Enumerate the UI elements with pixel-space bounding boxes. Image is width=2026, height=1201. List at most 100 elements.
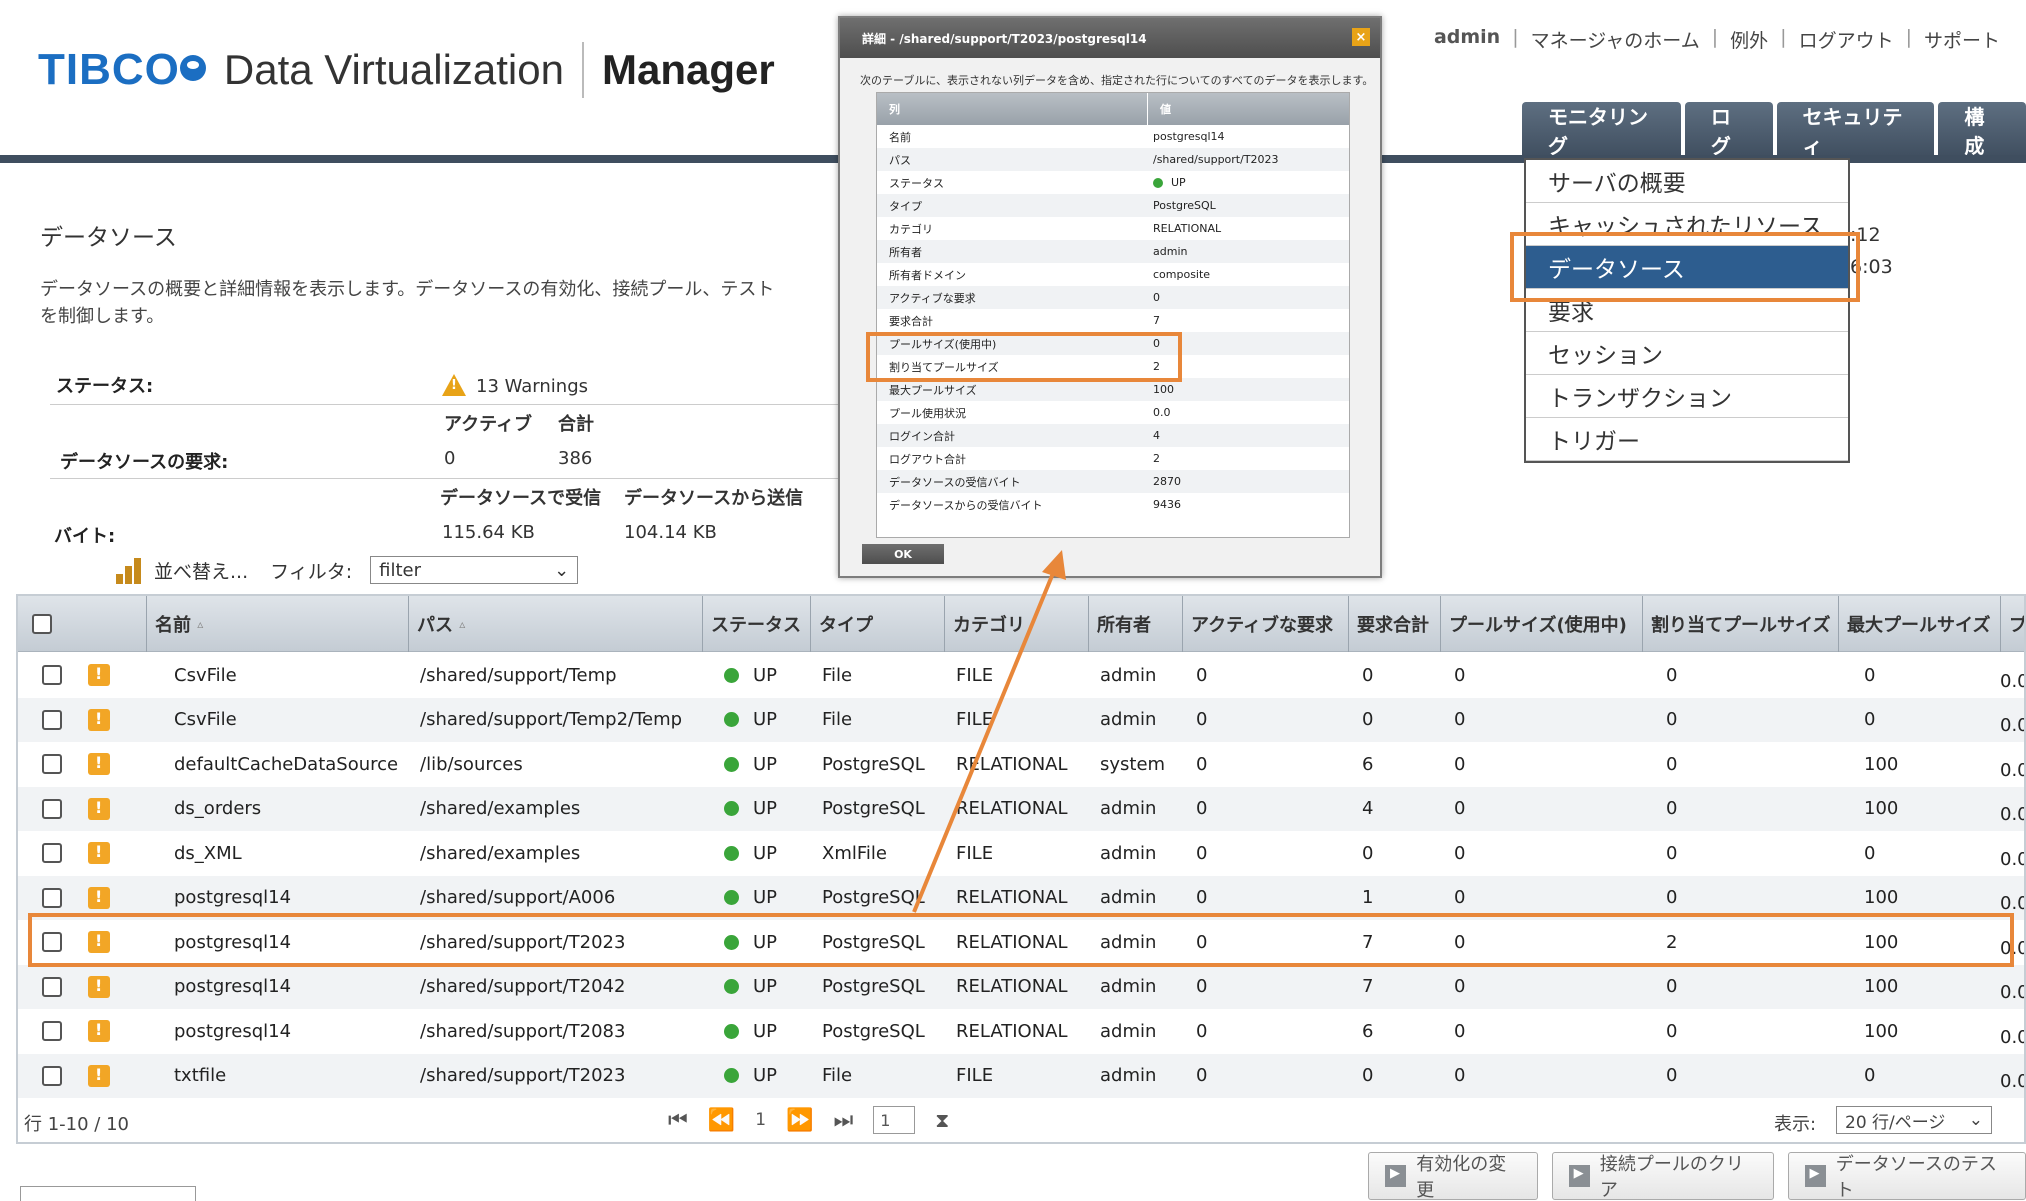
table-row[interactable]: postgresql14/shared/support/T2083 UP Postg… [18, 1009, 2024, 1053]
tab-monitoring[interactable]: モニタリング [1522, 102, 1681, 158]
per-page-select[interactable]: 20 行/ページ ⌄ [1836, 1106, 1992, 1134]
select-all-cell [18, 596, 98, 652]
test-datasource-button[interactable]: データソースのテスト [1787, 1152, 2026, 1201]
menu-item-triggers[interactable]: トリガー [1526, 418, 1848, 461]
table-row[interactable]: defaultCacheDataSource/lib/sources UP Post… [18, 742, 2024, 786]
col-active-requests[interactable]: アクティブな要求 [1182, 596, 1348, 652]
filter-select[interactable]: filter ⌄ [370, 556, 579, 584]
change-enable-button[interactable]: 有効化の変更 [1368, 1152, 1538, 1201]
pager-controls: ⏮ ⏪ 1 ⏩ ⏭ 1 ⧗ [668, 1106, 949, 1134]
table-cell: 0 [1864, 842, 1876, 864]
filter-label: フィルタ: [270, 560, 353, 583]
row-checkbox[interactable] [42, 976, 62, 997]
table-cell: 0.0 [2000, 1071, 2026, 1092]
tab-log[interactable]: ログ [1684, 102, 1773, 158]
table-cell: 0 [1666, 753, 1678, 775]
sort-icon[interactable] [116, 556, 146, 584]
col-total-requests[interactable]: 要求合計 [1348, 596, 1440, 652]
tab-security[interactable]: セキュリティ [1776, 102, 1935, 158]
table-cell: 0 [1196, 664, 1208, 686]
table-cell: FILE [956, 1065, 994, 1086]
pager: 行 1-10 / 10 ⏮ ⏪ 1 ⏩ ⏭ 1 ⧗ 表示: 20 行/ページ ⌄ [16, 1098, 2026, 1146]
status-up-icon [724, 1068, 739, 1083]
table-cell: ds_XML [174, 842, 242, 864]
popup-row: 要求合計 7 [877, 309, 1349, 332]
select-all-checkbox[interactable] [32, 614, 52, 634]
table-cell: 4 [1362, 798, 1374, 819]
table-row[interactable]: ds_XML/shared/examples UP XmlFile FILE admin… [18, 831, 2024, 875]
popup-key: タイプ [889, 199, 922, 213]
page-number-input[interactable]: 1 [873, 1106, 916, 1134]
col-allocated-pool-size[interactable]: 割り当てプールサイズ [1642, 596, 1838, 652]
menu-item-sessions[interactable]: セッション [1526, 332, 1848, 375]
col-owner[interactable]: 所有者 [1088, 596, 1182, 652]
requests-label: データソースの要求: [60, 452, 229, 473]
table-row[interactable]: CsvFile/shared/support/Temp UP File FILE adm… [18, 653, 2024, 697]
row-checkbox[interactable] [42, 1021, 62, 1041]
col-pool-size-in-use[interactable]: プールサイズ(使用中) [1440, 596, 1642, 652]
ok-button[interactable]: OK [862, 544, 944, 564]
col-max-pool-size[interactable]: 最大プールサイズ [1838, 596, 2000, 652]
table-cell: admin [1100, 798, 1157, 819]
col-category[interactable]: カテゴリ [944, 596, 1088, 652]
exceptions-link[interactable]: 例外 [1730, 26, 1768, 53]
popup-col-key: 列 [889, 103, 900, 116]
popup-key: 要求合計 [889, 314, 933, 328]
table-cell: /shared/support/T2083 [420, 1020, 626, 1042]
table-cell: 0 [1196, 842, 1208, 864]
table-cell: FILE [956, 842, 994, 864]
popup-title: 詳細 - /shared/support/T2023/postgresql14 [840, 18, 1380, 58]
table-row[interactable]: postgresql14/shared/support/T2042 UP Postg… [18, 964, 2024, 1009]
bytes-label: バイト: [54, 526, 116, 547]
next-page-icon[interactable]: ⏩ [786, 1108, 813, 1133]
table-row[interactable]: txtfile/shared/support/T2023 UP File FILE ad… [18, 1053, 2024, 1098]
table-cell: 0 [1196, 976, 1208, 997]
support-link[interactable]: サポート [1924, 26, 2000, 53]
menu-item-server-overview[interactable]: サーバの概要 [1526, 160, 1848, 203]
first-page-icon[interactable]: ⏮ [668, 1108, 688, 1133]
row-checkbox[interactable] [42, 798, 62, 819]
table-cell: 0 [1362, 709, 1374, 730]
menu-item-transactions[interactable]: トランザクション [1526, 375, 1848, 418]
tab-config[interactable]: 構成 [1938, 102, 2026, 158]
cell-status: UP [724, 742, 777, 786]
table-row[interactable]: CsvFile/shared/support/Temp2/Temp UP File F… [18, 697, 2024, 742]
close-icon[interactable]: × [1352, 28, 1370, 46]
sort-button[interactable]: 並べ替え... [154, 557, 248, 584]
requests-total: 386 [558, 448, 593, 469]
clear-pool-button[interactable]: 接続プールのクリア [1551, 1152, 1774, 1201]
logout-link[interactable]: ログアウト [1799, 26, 1894, 53]
bytes-sent-header: データソースから送信 [624, 488, 804, 509]
col-pool[interactable]: プール [2000, 596, 2024, 652]
popup-row: データソースの受信バイト 2870 [877, 470, 1349, 493]
goto-page-icon[interactable]: ⧗ [935, 1108, 949, 1132]
chevron-down-icon: ⌄ [1968, 1110, 1983, 1130]
last-page-icon[interactable]: ⏭ [833, 1108, 853, 1133]
row-checkbox[interactable] [42, 709, 62, 730]
row-checkbox[interactable] [42, 665, 62, 685]
table-cell: 7 [1362, 976, 1374, 997]
status-label: ステータス: [56, 376, 154, 397]
table-row[interactable]: ds_orders/shared/examples UP PostgreSQL REL… [18, 786, 2024, 831]
table-cell: 100 [1864, 798, 1899, 819]
manager-home-link[interactable]: マネージャのホーム [1531, 26, 1700, 53]
popup-value: composite [1153, 268, 1211, 281]
row-checkbox[interactable] [42, 1065, 62, 1086]
main-tabs: モニタリング ログ セキュリティ 構成 [1522, 102, 2026, 158]
row-checkbox[interactable] [42, 754, 62, 774]
table-cell: /shared/support/T2023 [420, 1065, 626, 1086]
popup-key: 名前 [889, 130, 911, 144]
popup-key: ログアウト合計 [889, 452, 966, 466]
prev-page-icon[interactable]: ⏪ [708, 1108, 735, 1133]
row-checkbox[interactable] [42, 843, 62, 863]
col-status[interactable]: ステータス [702, 596, 810, 652]
col-type[interactable]: タイプ [810, 596, 944, 652]
col-path[interactable]: パス ▵ [408, 596, 702, 652]
row-checkbox[interactable] [42, 887, 62, 908]
table-cell: FILE [956, 664, 994, 686]
popup-row: ログアウト合計 2 [877, 447, 1349, 470]
table-cell: 0 [1362, 664, 1374, 686]
user-link[interactable]: admin [1434, 26, 1500, 53]
table-cell: postgresql14 [174, 976, 292, 997]
col-name[interactable]: 名前 ▵ [146, 596, 408, 652]
